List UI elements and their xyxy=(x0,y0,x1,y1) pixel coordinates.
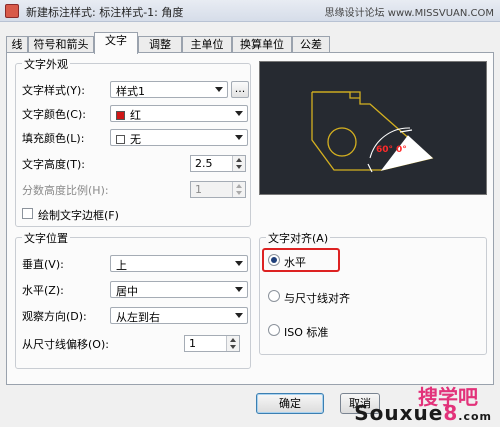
dimension-preview: 60° 0° xyxy=(259,61,487,195)
vertical-select[interactable]: 上 xyxy=(110,255,248,272)
tab-symbols-arrows[interactable]: 符号和箭头 xyxy=(28,36,94,53)
text-style-label: 文字样式(Y): xyxy=(22,84,86,97)
tab-strip: 线 符号和箭头 文字 调整 主单位 换算单位 公差 xyxy=(6,32,496,54)
fill-color-value: 无 xyxy=(130,133,141,146)
fraction-height-spinner[interactable]: 1 xyxy=(190,181,246,198)
text-alignment-title: 文字对齐(A) xyxy=(266,230,331,246)
vertical-value: 上 xyxy=(116,259,127,272)
watermark-text: 思缘设计论坛 www.MISSVUAN.COM xyxy=(324,8,494,19)
text-color-select[interactable]: 红 xyxy=(110,105,248,122)
title-bar[interactable]: 新建标注样式: 标注样式-1: 角度 思缘设计论坛 www.MISSVUAN.C… xyxy=(0,0,500,22)
color-swatch-icon xyxy=(116,111,125,120)
tab-primary-units[interactable]: 主单位 xyxy=(182,36,232,53)
tab-fit[interactable]: 调整 xyxy=(138,36,182,53)
spinner-arrows-icon[interactable] xyxy=(232,182,245,197)
align-iso-label: ISO 标准 xyxy=(284,326,329,339)
text-placement-title: 文字位置 xyxy=(22,230,70,246)
fill-color-select[interactable]: 无 xyxy=(110,129,248,146)
horizontal-label: 水平(Z): xyxy=(22,284,64,297)
draw-frame-label: 绘制文字边框(F) xyxy=(38,209,119,222)
logo-line2: Souxue8.com xyxy=(354,401,492,425)
souxue8-logo: 搜学吧 Souxue8.com xyxy=(352,381,492,425)
draw-frame-checkbox[interactable] xyxy=(22,208,33,219)
horizontal-select[interactable]: 居中 xyxy=(110,281,248,298)
app-icon xyxy=(5,4,19,18)
align-dimline-radio[interactable] xyxy=(268,290,280,302)
tab-alternate-units[interactable]: 换算单位 xyxy=(232,36,292,53)
color-swatch-icon xyxy=(116,135,125,144)
text-style-browse-button[interactable]: ... xyxy=(231,81,249,98)
text-height-value: 2.5 xyxy=(195,157,213,170)
ok-button[interactable]: 确定 xyxy=(256,393,324,414)
text-alignment-group: 文字对齐(A) 水平 与尺寸线对齐 ISO 标准 xyxy=(259,230,487,355)
align-dimline-label: 与尺寸线对齐 xyxy=(284,292,350,305)
vertical-label: 垂直(V): xyxy=(22,258,64,271)
preview-zero-text: 0° xyxy=(396,145,407,155)
fraction-height-label: 分数高度比例(H): xyxy=(22,184,109,197)
text-height-spinner[interactable]: 2.5 xyxy=(190,155,246,172)
view-direction-label: 观察方向(D): xyxy=(22,310,87,323)
window-title: 新建标注样式: 标注样式-1: 角度 xyxy=(26,6,184,19)
tab-text[interactable]: 文字 xyxy=(94,32,138,54)
chevron-down-icon xyxy=(235,313,243,318)
view-direction-value: 从左到右 xyxy=(116,311,160,324)
text-appearance-title: 文字外观 xyxy=(22,56,70,72)
horizontal-value: 居中 xyxy=(116,285,138,298)
chevron-down-icon xyxy=(235,261,243,266)
chevron-down-icon xyxy=(235,287,243,292)
spinner-arrows-icon[interactable] xyxy=(226,336,239,351)
offset-value: 1 xyxy=(189,337,196,350)
fill-color-label: 填充颜色(L): xyxy=(22,132,85,145)
preview-angle-text: 60° xyxy=(376,145,393,155)
chevron-down-icon xyxy=(215,87,223,92)
offset-spinner[interactable]: 1 xyxy=(184,335,240,352)
text-height-label: 文字高度(T): xyxy=(22,158,86,171)
align-horizontal-radio[interactable] xyxy=(268,254,280,266)
text-appearance-group: 文字外观 文字样式(Y): 样式1 ... 文字颜色(C): 红 填充颜色(L)… xyxy=(15,56,251,227)
text-placement-group: 文字位置 垂直(V): 上 水平(Z): 居中 观察方向(D): 从左到右 从尺… xyxy=(15,230,251,369)
preview-drawing: 60° 0° xyxy=(311,91,434,173)
text-style-select[interactable]: 样式1 xyxy=(110,81,228,98)
tab-tolerances[interactable]: 公差 xyxy=(292,36,330,53)
align-iso-radio[interactable] xyxy=(268,324,280,336)
align-horizontal-label: 水平 xyxy=(284,256,306,269)
text-color-value: 红 xyxy=(130,109,141,122)
chevron-down-icon xyxy=(235,111,243,116)
view-direction-select[interactable]: 从左到右 xyxy=(110,307,248,324)
text-style-value: 样式1 xyxy=(116,85,145,98)
text-color-label: 文字颜色(C): xyxy=(22,108,86,121)
chevron-down-icon xyxy=(235,135,243,140)
offset-label: 从尺寸线偏移(O): xyxy=(22,338,109,351)
spinner-arrows-icon[interactable] xyxy=(232,156,245,171)
fraction-height-value: 1 xyxy=(195,183,202,196)
tab-lines[interactable]: 线 xyxy=(6,36,28,53)
tab-panel-text: 文字外观 文字样式(Y): 样式1 ... 文字颜色(C): 红 填充颜色(L)… xyxy=(6,52,494,385)
